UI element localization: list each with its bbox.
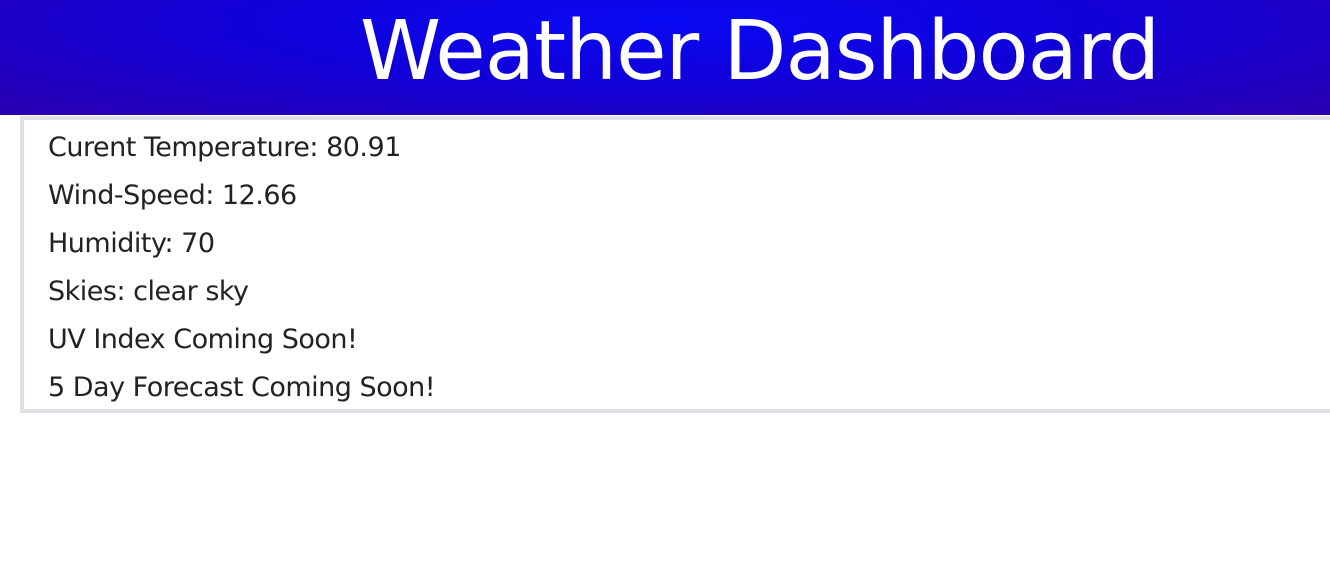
wind-speed: Wind-Speed: 12.66 (48, 180, 297, 211)
weather-info-list: Curent Temperature: 80.91 Wind-Speed: 12… (48, 124, 436, 412)
uv-index-notice: UV Index Coming Soon! (48, 324, 358, 355)
humidity: Humidity: 70 (48, 228, 215, 259)
skies-condition: Skies: clear sky (48, 276, 249, 307)
page-title: Weather Dashboard (360, 4, 1160, 99)
current-weather-panel: Curent Temperature: 80.91 Wind-Speed: 12… (20, 116, 1330, 413)
current-temperature: Curent Temperature: 80.91 (48, 132, 401, 163)
page-header: Weather Dashboard (0, 0, 1330, 115)
forecast-notice: 5 Day Forecast Coming Soon! (48, 372, 436, 403)
